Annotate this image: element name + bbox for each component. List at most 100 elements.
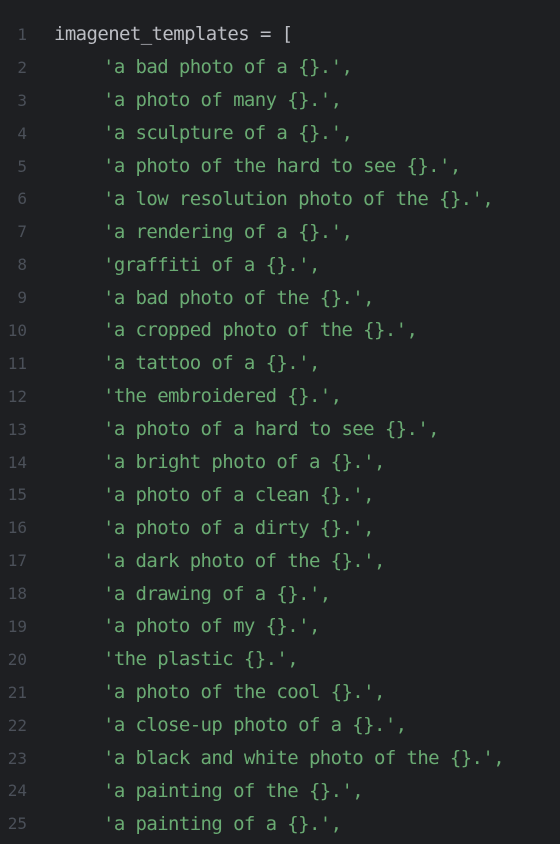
code-line[interactable]: 7 'a rendering of a {}.', xyxy=(0,215,560,248)
line-number: 6 xyxy=(17,189,27,209)
code-line[interactable]: 10 'a cropped photo of the {}.', xyxy=(0,314,560,347)
code-line[interactable]: 1 imagenet_templates = [ xyxy=(0,18,560,51)
code-text[interactable]: 'a photo of many {}.', xyxy=(27,89,342,112)
code-line[interactable]: 4 'a sculpture of a {}.', xyxy=(0,117,560,150)
line-number: 24 xyxy=(7,781,27,801)
string-literal: 'a bad photo of the {}.', xyxy=(103,286,375,309)
line-number: 2 xyxy=(17,57,27,77)
line-number: 3 xyxy=(17,90,27,110)
line-number: 11 xyxy=(7,353,27,373)
line-number: 16 xyxy=(7,518,27,538)
code-text[interactable]: 'a painting of the {}.', xyxy=(27,779,364,802)
code-line[interactable]: 18 'a drawing of a {}.', xyxy=(0,577,560,610)
code-line[interactable]: 17 'a dark photo of the {}.', xyxy=(0,544,560,577)
line-number: 19 xyxy=(7,616,27,636)
line-number: 23 xyxy=(7,748,27,768)
line-number: 17 xyxy=(7,551,27,571)
variable-name: imagenet_templates xyxy=(54,23,250,46)
code-line[interactable]: 14 'a bright photo of a {}.', xyxy=(0,446,560,479)
code-text[interactable]: 'the embroidered {}.', xyxy=(27,385,342,408)
line-number: 15 xyxy=(7,485,27,505)
code-line[interactable]: 20 'the plastic {}.', xyxy=(0,643,560,676)
code-text[interactable]: 'the plastic {}.', xyxy=(27,648,299,671)
string-literal: 'a photo of the hard to see {}.', xyxy=(103,155,461,177)
line-number: 4 xyxy=(17,123,27,143)
line-number: 18 xyxy=(7,584,27,604)
code-text[interactable]: 'a photo of the hard to see {}.', xyxy=(27,155,461,177)
string-literal: 'a cropped photo of the {}.', xyxy=(103,319,418,342)
code-text[interactable]: 'a low resolution photo of the {}.', xyxy=(27,187,494,210)
line-number: 20 xyxy=(7,649,27,669)
string-literal: 'a painting of the {}.', xyxy=(103,779,364,802)
string-literal: 'a close-up photo of a {}.', xyxy=(103,714,407,737)
string-literal: 'a photo of a clean {}.', xyxy=(103,483,375,506)
line-number: 7 xyxy=(17,222,27,242)
string-literal: 'a dark photo of the {}.', xyxy=(103,549,385,572)
string-literal: 'a photo of many {}.', xyxy=(103,89,342,112)
code-line[interactable]: 6 'a low resolution photo of the {}.', xyxy=(0,182,560,215)
code-text[interactable]: 'a bright photo of a {}.', xyxy=(27,451,385,473)
line-number: 13 xyxy=(7,419,27,439)
string-literal: 'a painting of a {}.', xyxy=(103,812,342,835)
line-number: 8 xyxy=(17,255,27,275)
code-text[interactable]: 'a tattoo of a {}.', xyxy=(27,352,320,374)
code-text[interactable]: 'a black and white photo of the {}.', xyxy=(27,747,505,769)
code-line[interactable]: 5 'a photo of the hard to see {}.', xyxy=(0,150,560,183)
code-line[interactable]: 23 'a black and white photo of the {}.', xyxy=(0,742,560,775)
code-lines: 1 imagenet_templates = [ 2 'a bad photo o… xyxy=(0,18,560,840)
string-literal: 'a rendering of a {}.', xyxy=(103,220,353,243)
string-literal: 'a drawing of a {}.', xyxy=(103,582,331,605)
code-text[interactable]: 'a dark photo of the {}.', xyxy=(27,550,385,572)
code-editor[interactable]: 1 imagenet_templates = [ 2 'a bad photo o… xyxy=(0,0,560,844)
string-lines: 2 'a bad photo of a {}.', 3 'a photo of man… xyxy=(0,51,560,840)
string-literal: 'graffiti of a {}.', xyxy=(103,253,320,276)
string-literal: 'a tattoo of a {}.', xyxy=(103,352,320,375)
code-text[interactable]: 'a photo of my {}.', xyxy=(27,615,320,637)
string-literal: 'a bad photo of a {}.', xyxy=(103,56,353,79)
code-line[interactable]: 13 'a photo of a hard to see {}.', xyxy=(0,413,560,446)
string-literal: 'a low resolution photo of the {}.', xyxy=(103,187,494,210)
line-number: 21 xyxy=(7,682,27,702)
line-number: 22 xyxy=(7,715,27,735)
code-line[interactable]: 9 'a bad photo of the {}.', xyxy=(0,281,560,314)
code-line[interactable]: 3 'a photo of many {}.', xyxy=(0,84,560,117)
code-text[interactable]: 'a photo of a dirty {}.', xyxy=(27,516,375,539)
code-line[interactable]: 19 'a photo of my {}.', xyxy=(0,610,560,643)
code-line[interactable]: 11 'a tattoo of a {}.', xyxy=(0,347,560,380)
string-literal: 'a photo of my {}.', xyxy=(103,615,320,638)
line-number: 1 xyxy=(17,24,27,44)
code-text[interactable]: 'a painting of a {}.', xyxy=(27,812,342,835)
string-literal: 'a sculpture of a {}.', xyxy=(103,122,353,145)
code-text[interactable]: 'a bad photo of the {}.', xyxy=(27,286,375,309)
string-literal: 'the plastic {}.', xyxy=(103,648,299,671)
code-line[interactable]: 22 'a close-up photo of a {}.', xyxy=(0,709,560,742)
code-text[interactable]: 'a photo of a hard to see {}.', xyxy=(27,418,440,441)
code-line[interactable]: 16 'a photo of a dirty {}.', xyxy=(0,511,560,544)
code-line[interactable]: 12 'the embroidered {}.', xyxy=(0,380,560,413)
string-literal: 'a photo of a hard to see {}.', xyxy=(103,418,440,441)
line-number: 12 xyxy=(7,386,27,406)
code-line[interactable]: 15 'a photo of a clean {}.', xyxy=(0,478,560,511)
code-text[interactable]: 'a sculpture of a {}.', xyxy=(27,122,353,145)
string-literal: 'a photo of the cool {}.', xyxy=(103,681,385,704)
code-text[interactable]: 'a photo of the cool {}.', xyxy=(27,681,385,703)
code-line[interactable]: 8 'graffiti of a {}.', xyxy=(0,248,560,281)
code-text[interactable]: imagenet_templates = [ xyxy=(27,23,293,46)
assignment-operator: = [ xyxy=(249,23,293,46)
code-text[interactable]: 'a bad photo of a {}.', xyxy=(27,56,353,79)
code-text[interactable]: 'graffiti of a {}.', xyxy=(27,254,320,276)
string-literal: 'a bright photo of a {}.', xyxy=(103,451,385,474)
line-number: 9 xyxy=(17,288,27,308)
code-text[interactable]: 'a close-up photo of a {}.', xyxy=(27,714,407,736)
line-number: 10 xyxy=(7,320,27,340)
code-text[interactable]: 'a drawing of a {}.', xyxy=(27,583,331,605)
code-text[interactable]: 'a rendering of a {}.', xyxy=(27,220,353,243)
code-text[interactable]: 'a cropped photo of the {}.', xyxy=(27,319,418,342)
string-literal: 'the embroidered {}.', xyxy=(103,385,342,408)
code-line[interactable]: 21 'a photo of the cool {}.', xyxy=(0,676,560,709)
code-line[interactable]: 2 'a bad photo of a {}.', xyxy=(0,51,560,84)
code-line[interactable]: 25 'a painting of a {}.', xyxy=(0,807,560,840)
string-literal: 'a photo of a dirty {}.', xyxy=(103,516,375,539)
code-line[interactable]: 24 'a painting of the {}.', xyxy=(0,774,560,807)
code-text[interactable]: 'a photo of a clean {}.', xyxy=(27,483,375,506)
